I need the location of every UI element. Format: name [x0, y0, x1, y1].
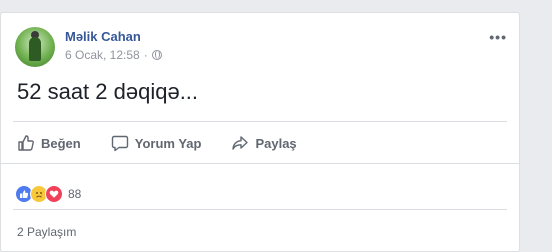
post-header: Məlik Cahan 6 Ocak, 12:58 · ••• [15, 27, 507, 67]
post-meta: 6 Ocak, 12:58 · [65, 48, 162, 62]
comment-button[interactable]: Yorum Yap [107, 134, 202, 152]
like-label: Beğen [41, 135, 81, 151]
avatar-figure [29, 37, 41, 61]
comment-label: Yorum Yap [134, 135, 202, 151]
thumbs-up-icon [18, 135, 34, 151]
meta-separator: · [143, 48, 148, 62]
author-name[interactable]: Məlik Cahan [65, 29, 141, 44]
comment-icon [111, 135, 128, 152]
divider-middle [1, 163, 519, 164]
reactions-summary[interactable]: 88 [15, 185, 81, 203]
action-bar: Beğen Yorum Yap Paylaş [13, 129, 507, 157]
shares-count[interactable]: 2 Paylaşım [17, 225, 76, 239]
globe-icon[interactable] [151, 50, 162, 60]
share-label: Paylaş [255, 135, 297, 151]
love-reaction-icon [45, 185, 63, 203]
reaction-count[interactable]: 88 [68, 187, 81, 201]
divider-top [13, 121, 507, 122]
post-card: Məlik Cahan 6 Ocak, 12:58 · ••• 52 saat … [0, 12, 520, 252]
divider-bottom [13, 209, 507, 210]
share-arrow-icon [232, 136, 249, 150]
more-options-icon[interactable]: ••• [489, 30, 507, 44]
like-button[interactable]: Beğen [13, 134, 81, 152]
post-text: 52 saat 2 dəqiqə... [17, 79, 199, 104]
avatar[interactable] [15, 27, 55, 67]
post-timestamp[interactable]: 6 Ocak, 12:58 [65, 48, 140, 62]
share-button[interactable]: Paylaş [227, 134, 297, 152]
